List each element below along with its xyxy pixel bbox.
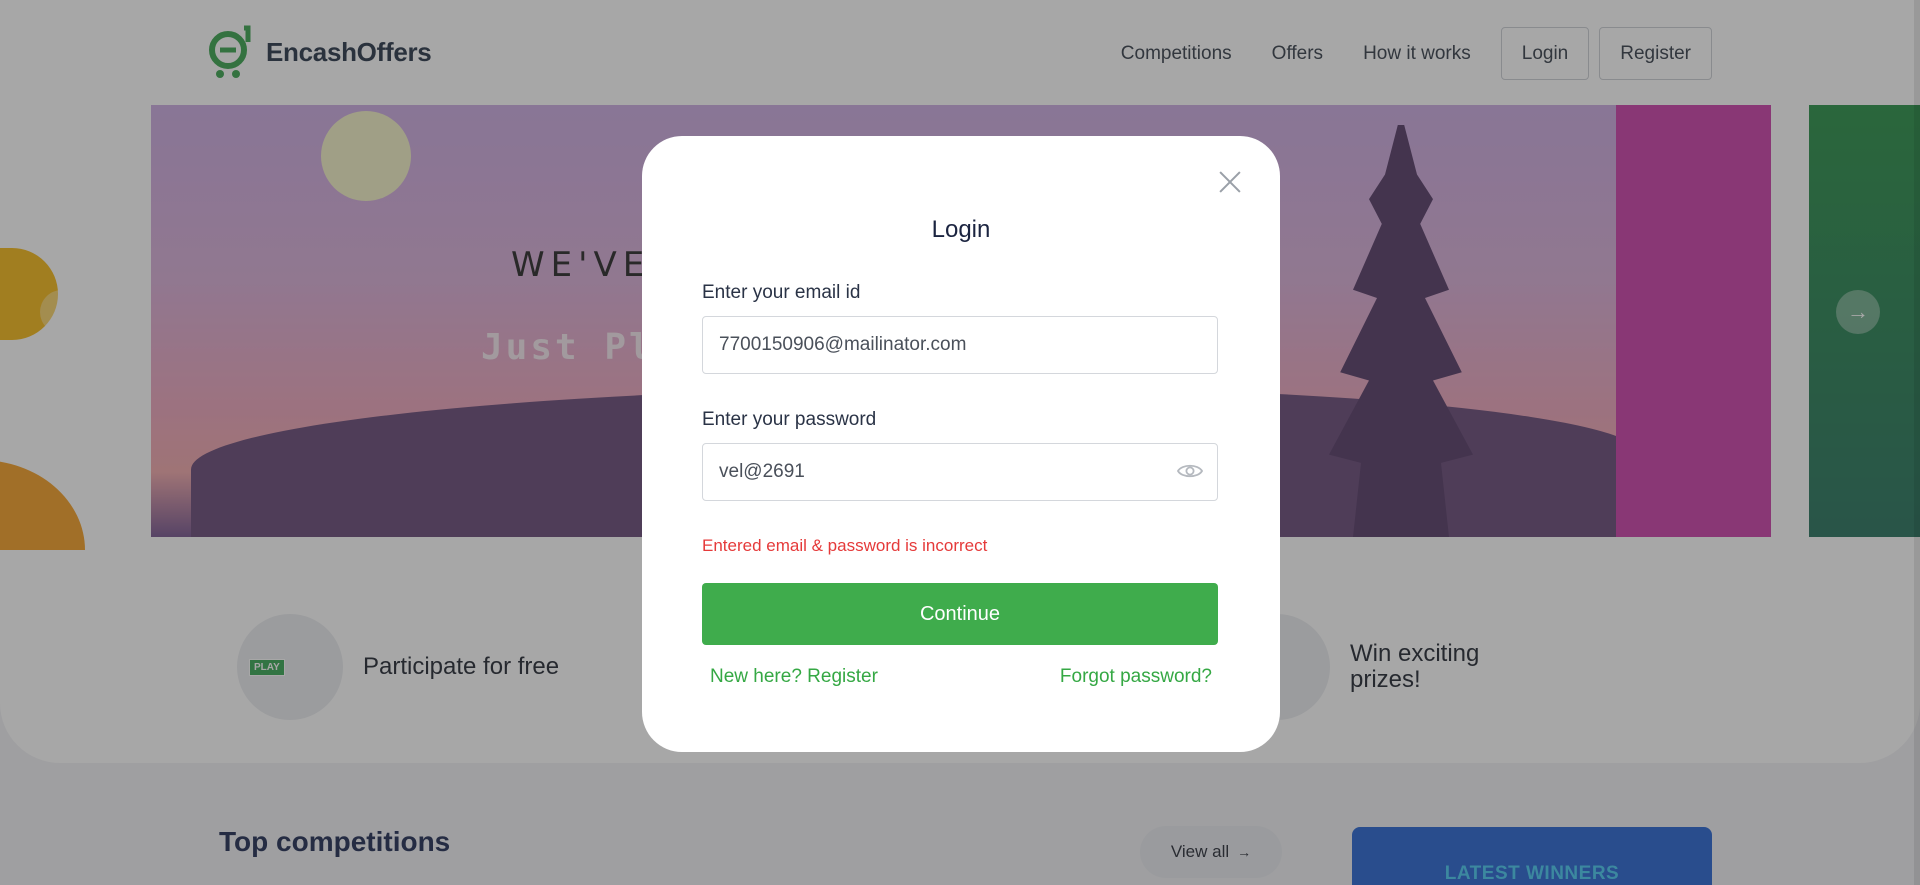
password-label: Enter your password: [702, 409, 877, 430]
modal-title: Login: [931, 216, 991, 243]
password-field[interactable]: vel@2691: [702, 443, 1218, 501]
forgot-password-link[interactable]: Forgot password?: [1060, 666, 1212, 688]
email-label: Enter your email id: [702, 282, 861, 303]
email-value: 7700150906@mailinator.com: [719, 334, 967, 355]
scrollbar[interactable]: [1914, 0, 1920, 885]
login-modal: Login Enter your email id 7700150906@mai…: [642, 136, 1280, 752]
password-value: vel@2691: [719, 461, 805, 482]
error-message: Entered email & password is incorrect: [702, 536, 988, 555]
close-icon[interactable]: [1212, 164, 1248, 200]
continue-button[interactable]: Continue: [702, 583, 1218, 645]
eye-icon[interactable]: [1176, 462, 1204, 480]
email-field[interactable]: 7700150906@mailinator.com: [702, 316, 1218, 374]
register-link[interactable]: New here? Register: [710, 666, 878, 688]
